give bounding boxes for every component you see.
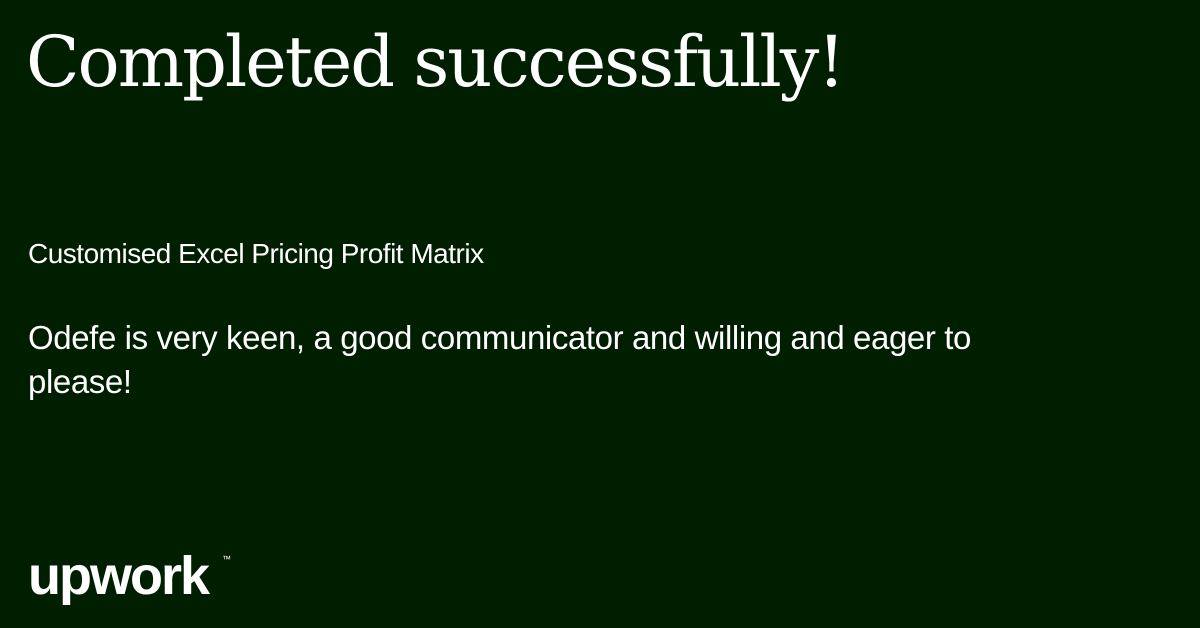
completion-card: Completed successfully! Customised Excel… (0, 0, 1200, 628)
project-title: Customised Excel Pricing Profit Matrix (28, 238, 484, 269)
headline: Completed successfully! (26, 21, 845, 103)
upwork-logo: upwork ™ (28, 552, 231, 606)
client-feedback: Odefe is very keen, a good communicator … (28, 319, 971, 400)
trademark-symbol: ™ (222, 554, 231, 564)
logo-wordmark: upwork (28, 552, 211, 606)
